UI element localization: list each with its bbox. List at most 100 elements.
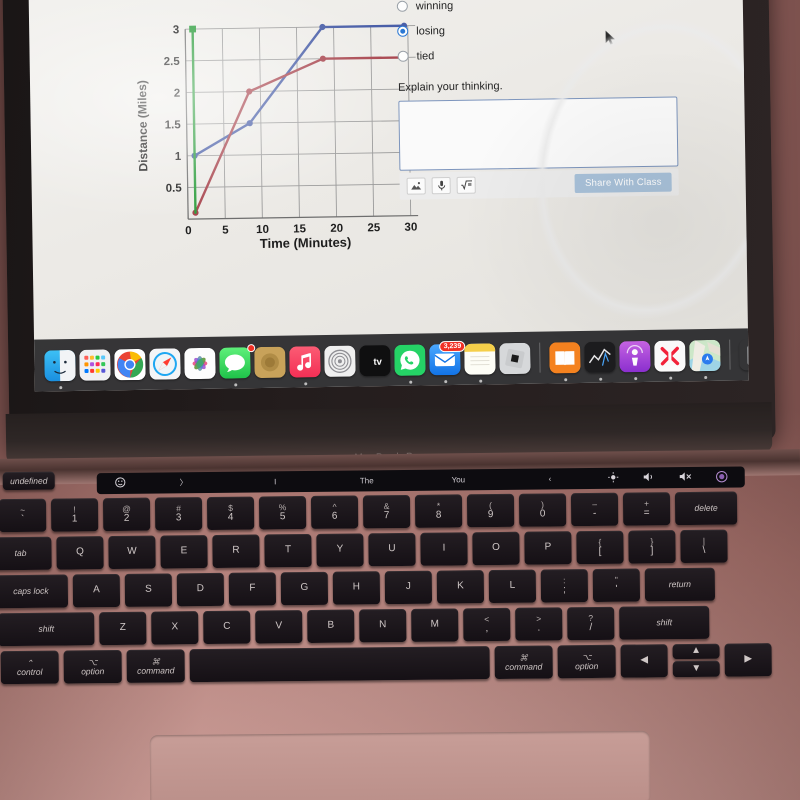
key-5[interactable]: % 5: [258, 496, 307, 530]
key-;[interactable]: :;: [540, 569, 589, 603]
key-7[interactable]: & 7: [362, 494, 411, 529]
keyboard-row-qwerty[interactable]: tab Q W E R T Y U I O P {[}] | \: [0, 529, 728, 571]
macos-dock[interactable]: 6 tv 3,239: [34, 328, 749, 392]
dock-item-launchpad[interactable]: [79, 349, 111, 381]
key-1[interactable]: ! 1: [50, 498, 99, 532]
arrow-keys[interactable]: ◀ ▲ ▼ ▶: [620, 643, 772, 678]
keyboard-row-numbers[interactable]: ~ `! 1 @2 #3 $4% 5 ^ 6 & 7 * 8(9) 0– - + = delete: [0, 491, 738, 533]
key-arrow-up[interactable]: ▲: [672, 643, 720, 660]
key-'[interactable]: " ': [592, 568, 641, 602]
key-C[interactable]: C: [203, 610, 251, 645]
dock-item-mail[interactable]: 3,239: [429, 340, 466, 383]
key-arrow-down[interactable]: ▼: [672, 660, 720, 678]
key-W[interactable]: W: [108, 535, 156, 570]
key-\[interactable]: | \: [680, 529, 728, 564]
touchbar-brightness-icon[interactable]: [597, 472, 631, 485]
square-root-icon[interactable]: [456, 176, 476, 194]
key-caps-lock[interactable]: caps lock: [0, 574, 69, 609]
key-J[interactable]: J: [384, 570, 433, 605]
touchbar-suggestion-2[interactable]: The: [322, 476, 412, 486]
touchbar-suggestion-1[interactable]: I: [230, 477, 320, 487]
dock-item-maps[interactable]: [689, 339, 721, 379]
key-0[interactable]: ) 0: [518, 493, 567, 527]
touchbar-mute-icon[interactable]: [669, 471, 703, 484]
keyboard-row-modifiers[interactable]: ⌃ control ⌥ option ⌘ command ⌘ command ⌥ option ◀ ▲…: [0, 643, 772, 685]
microphone-icon[interactable]: [431, 176, 451, 194]
keyboard[interactable]: 〉 I The You ‹ undefined ~ `! 1 @2 #3 $4% 5 ^ 6 & 7 * 8(9…: [0, 466, 800, 730]
dock-item-apple-tv[interactable]: tv: [359, 344, 391, 376]
keyboard-row-asdf[interactable]: caps lock A S D F G H J K L:; " ' return: [0, 567, 716, 609]
key-tab[interactable]: tab: [0, 536, 52, 571]
key-command-right[interactable]: ⌘ command: [494, 645, 553, 680]
keyboard-row-zxcv[interactable]: shift Z X C V B N M <, >.? / shift: [0, 605, 710, 647]
key-X[interactable]: X: [151, 611, 199, 645]
dock-item-news[interactable]: [654, 339, 686, 380]
key-R[interactable]: R: [212, 534, 260, 568]
dock-item-books[interactable]: [549, 341, 581, 381]
key-,[interactable]: <,: [463, 607, 511, 642]
key-=[interactable]: + =: [622, 492, 671, 526]
key-/[interactable]: ? /: [567, 606, 615, 641]
key-[[interactable]: {[: [576, 530, 624, 565]
touchbar-siri-icon[interactable]: [705, 470, 739, 484]
key-V[interactable]: V: [255, 610, 303, 644]
dock-item-photos[interactable]: [184, 347, 216, 379]
key-3[interactable]: #3: [154, 497, 203, 531]
key-arrow-right[interactable]: ▶: [724, 643, 772, 677]
key-G[interactable]: G: [280, 571, 329, 606]
key-A[interactable]: A: [72, 573, 121, 608]
dock-item-stocks[interactable]: [584, 341, 616, 381]
arrow-up-down[interactable]: ▲ ▼: [672, 643, 720, 678]
key-.[interactable]: >.: [515, 607, 563, 641]
key-shift-right[interactable]: shift: [619, 605, 710, 640]
image-icon[interactable]: [406, 176, 426, 195]
key-6[interactable]: ^ 6: [310, 495, 359, 529]
key-Q[interactable]: Q: [56, 536, 104, 570]
dock-item-compass[interactable]: [324, 345, 356, 377]
touchbar-suggestion-3[interactable]: You: [414, 475, 504, 485]
key--[interactable]: – -: [570, 492, 619, 527]
dock-item-music[interactable]: [289, 345, 321, 385]
key-shift-left[interactable]: shift: [0, 612, 95, 647]
key-return[interactable]: return: [644, 567, 716, 602]
dock-item-whatsapp[interactable]: [394, 344, 426, 384]
radio-tied[interactable]: [397, 50, 409, 62]
key-option-right[interactable]: ⌥ option: [557, 644, 616, 679]
key-O[interactable]: O: [472, 531, 520, 566]
key-P[interactable]: P: [524, 531, 572, 565]
key-`[interactable]: ~ `: [0, 498, 47, 533]
key-N[interactable]: N: [359, 608, 407, 643]
key-8[interactable]: * 8: [414, 494, 463, 528]
key-delete[interactable]: delete: [674, 491, 738, 526]
key-9[interactable]: (9: [466, 493, 515, 528]
share-with-class-button[interactable]: Share With Class: [574, 172, 672, 193]
key-I[interactable]: I: [420, 532, 468, 566]
dock-item-messages[interactable]: 6: [219, 343, 256, 386]
touchbar-suggestion-0[interactable]: 〉: [139, 477, 229, 489]
key-arrow-left[interactable]: ◀: [620, 644, 668, 678]
key-command[interactable]: ⌘ command: [126, 649, 185, 683]
key-M[interactable]: M: [411, 608, 459, 642]
trackpad[interactable]: [149, 730, 651, 800]
key-U[interactable]: U: [368, 532, 416, 567]
key-K[interactable]: K: [436, 570, 485, 604]
key-Y[interactable]: Y: [316, 533, 364, 567]
key-D[interactable]: D: [176, 572, 225, 607]
key-H[interactable]: H: [332, 571, 381, 605]
key-][interactable]: }]: [628, 530, 676, 564]
touchbar-emoji-icon[interactable]: [103, 477, 137, 490]
key-option[interactable]: ⌥ option: [63, 649, 122, 684]
key-T[interactable]: T: [264, 533, 312, 568]
radio-losing[interactable]: [397, 25, 409, 37]
dock-item-finder[interactable]: [44, 349, 76, 389]
option-winning[interactable]: winning: [396, 0, 697, 12]
option-tied[interactable]: tied: [397, 46, 698, 63]
key-B[interactable]: B: [307, 609, 355, 643]
touchbar-volume-icon[interactable]: [633, 471, 667, 484]
radio-winning[interactable]: [396, 0, 408, 12]
key-2[interactable]: @2: [102, 497, 151, 532]
option-losing[interactable]: losing: [397, 21, 697, 38]
answer-textarea[interactable]: [398, 95, 679, 171]
dock-item-trash[interactable]: [739, 339, 749, 370]
key-control[interactable]: ⌃ control: [0, 650, 59, 685]
